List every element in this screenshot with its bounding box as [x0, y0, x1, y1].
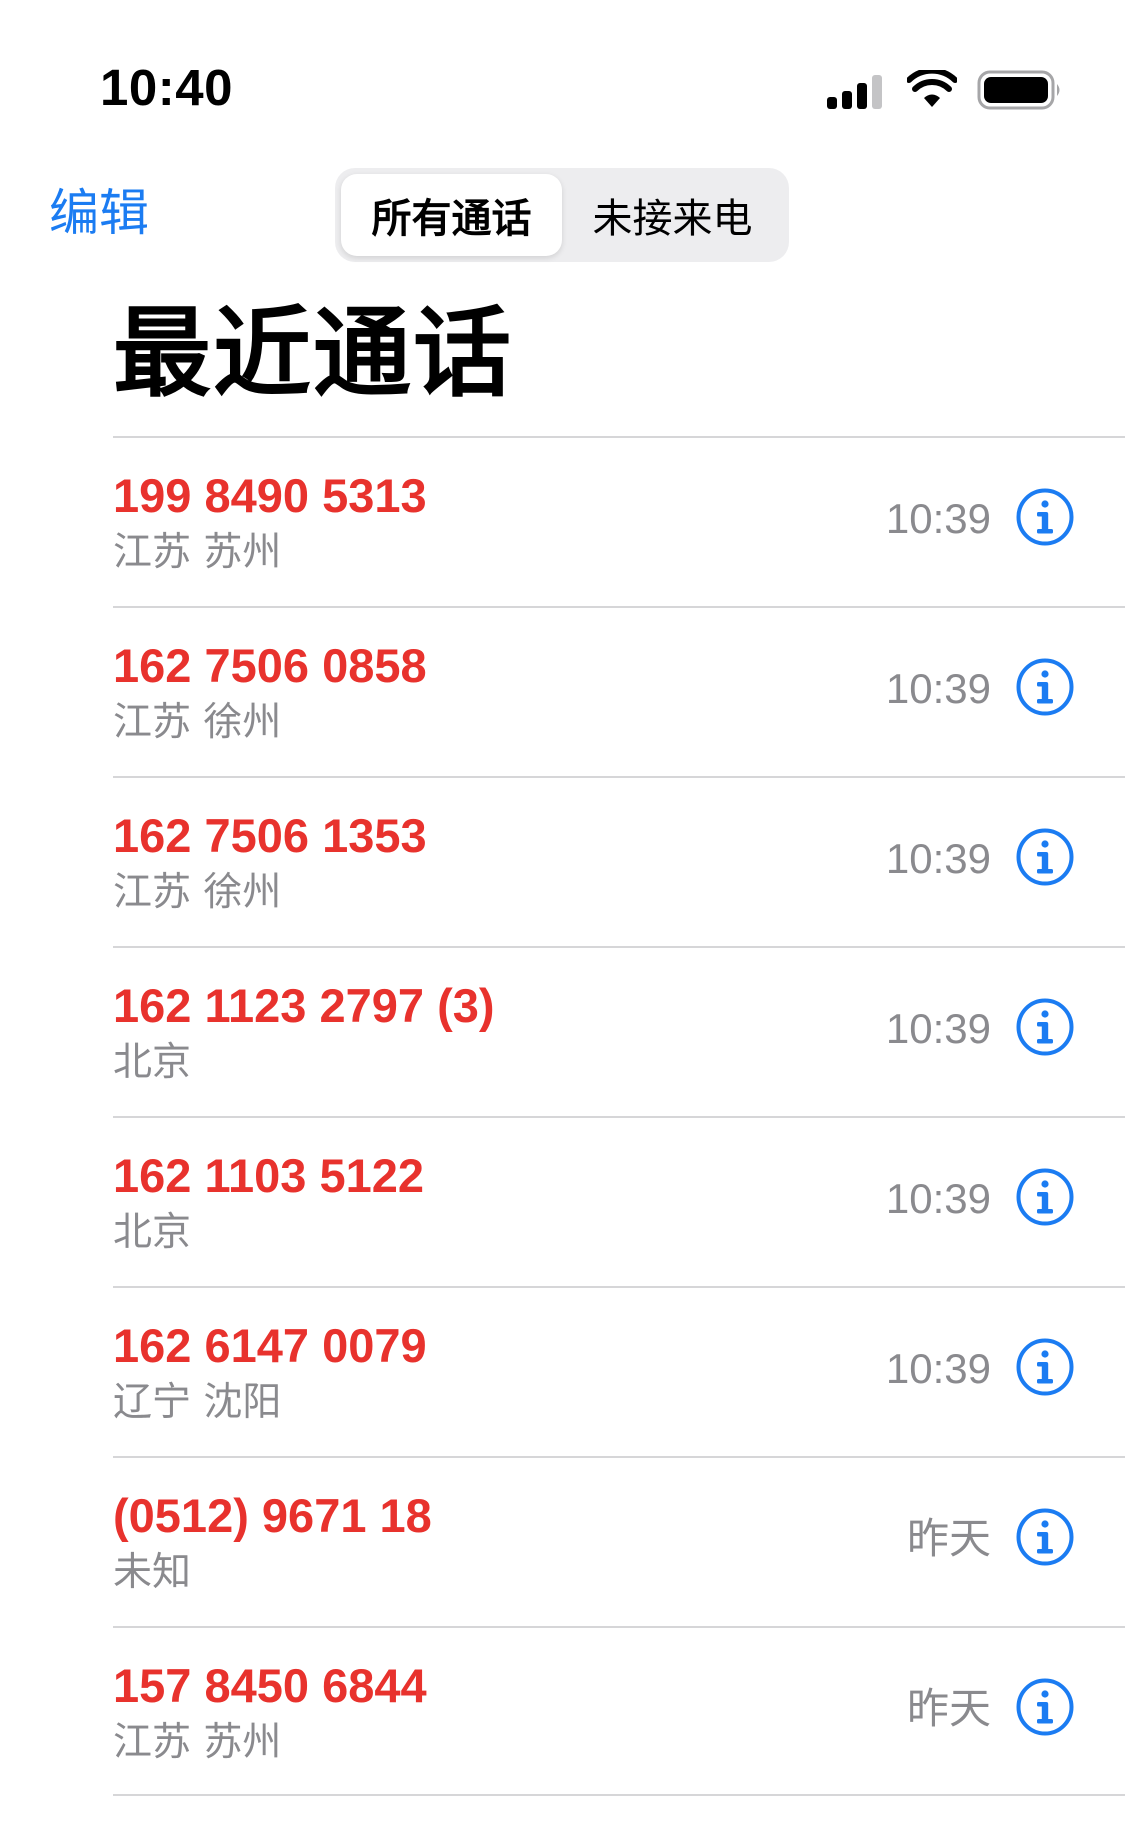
call-time: 10:39 [885, 1175, 991, 1222]
call-number: 162 7506 0858 [113, 639, 427, 692]
info-icon[interactable] [1015, 657, 1075, 717]
info-icon[interactable] [1015, 1677, 1075, 1737]
call-row[interactable]: 162 7506 0858 江苏 徐州 10:39 [113, 606, 1125, 776]
call-row[interactable]: 157 8450 6844 江苏 苏州 昨天 [113, 1626, 1125, 1796]
call-row[interactable]: 162 1123 2797 (3) 北京 10:39 [113, 946, 1125, 1116]
call-time: 10:39 [885, 665, 991, 712]
call-row[interactable]: 162 7506 1353 江苏 徐州 10:39 [113, 776, 1125, 946]
info-icon[interactable] [1015, 1507, 1075, 1567]
info-icon[interactable] [1015, 827, 1075, 887]
call-row[interactable]: 199 8490 5313 江苏 苏州 10:39 [113, 436, 1125, 606]
page-title: 最近通话 [113, 297, 514, 411]
call-time: 10:39 [885, 495, 991, 542]
call-location: 江苏 徐州 [113, 870, 282, 915]
call-time: 10:39 [885, 1005, 991, 1052]
status-time: 10:40 [100, 59, 233, 116]
call-location: 辽宁 沈阳 [113, 1380, 282, 1425]
call-time: 昨天 [906, 1515, 991, 1562]
call-location: 北京 [113, 1040, 192, 1085]
call-location: 江苏 苏州 [113, 530, 282, 575]
info-icon[interactable] [1015, 1337, 1075, 1397]
call-number: 162 1123 2797 (3) [113, 979, 495, 1032]
call-number: 162 6147 0079 [113, 1319, 427, 1372]
call-location: 江苏 徐州 [113, 700, 282, 745]
recent-calls-list: 199 8490 5313 江苏 苏州 10:39 162 7506 0858 … [113, 436, 1125, 1796]
call-number: 162 7506 1353 [113, 809, 427, 862]
status-icons [827, 68, 1063, 112]
call-filter-segmented-control: 所有通话 未接来电 [335, 168, 789, 262]
cellular-signal-icon [827, 71, 887, 109]
call-time: 10:39 [885, 835, 991, 882]
call-number: 199 8490 5313 [113, 469, 427, 522]
info-icon[interactable] [1015, 1167, 1075, 1227]
call-location: 江苏 苏州 [113, 1720, 282, 1765]
call-row[interactable]: (0512) 9671 18 未知 昨天 [113, 1456, 1125, 1626]
wifi-icon [907, 70, 957, 107]
segment-missed-calls[interactable]: 未接来电 [562, 174, 783, 256]
info-icon[interactable] [1015, 997, 1075, 1057]
segment-all-calls[interactable]: 所有通话 [341, 174, 562, 256]
call-location: 未知 [113, 1550, 192, 1595]
call-time: 昨天 [906, 1685, 991, 1732]
call-row[interactable]: 162 1103 5122 北京 10:39 [113, 1116, 1125, 1286]
info-icon[interactable] [1015, 487, 1075, 547]
battery-icon [977, 70, 1060, 110]
call-location: 北京 [113, 1210, 192, 1255]
call-number: 157 8450 6844 [113, 1659, 427, 1712]
edit-button[interactable]: 编辑 [49, 183, 149, 243]
call-number: 162 1103 5122 [113, 1149, 425, 1202]
call-number: (0512) 9671 18 [113, 1489, 432, 1542]
call-row[interactable]: 162 6147 0079 辽宁 沈阳 10:39 [113, 1286, 1125, 1456]
status-bar: 10:40 [0, 0, 1125, 150]
call-time: 10:39 [885, 1345, 991, 1392]
